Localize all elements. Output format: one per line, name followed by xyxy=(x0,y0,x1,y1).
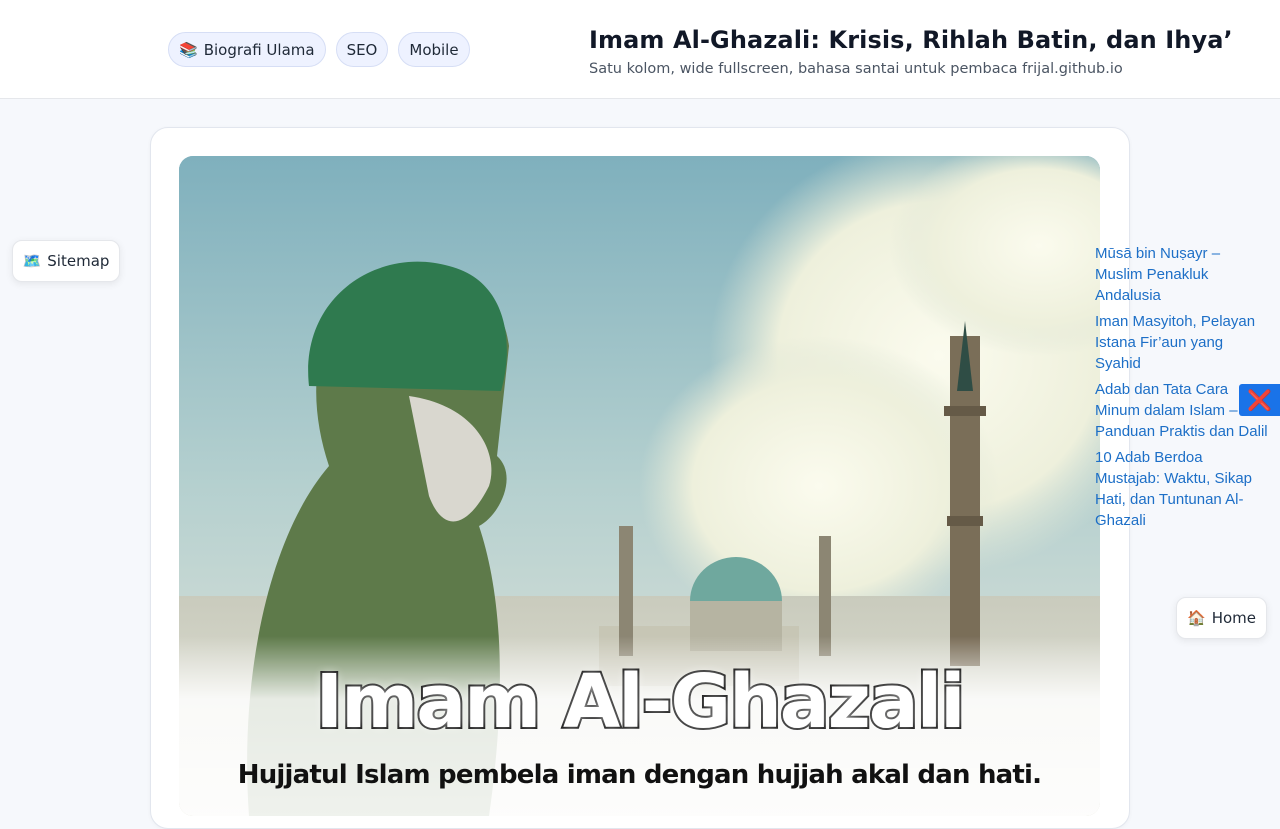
tag-list: 📚 Biografi Ulama SEO Mobile xyxy=(168,32,470,67)
tag-mobile[interactable]: Mobile xyxy=(398,32,470,67)
page-subtitle: Satu kolom, wide fullscreen, bahasa sant… xyxy=(589,61,1123,77)
home-button[interactable]: 🏠 Home xyxy=(1176,597,1267,639)
related-link[interactable]: Iman Masyitoh, Pelayan Istana Fir’aun ya… xyxy=(1095,311,1270,374)
top-header: 📚 Biografi Ulama SEO Mobile Imam Al-Ghaz… xyxy=(0,0,1280,99)
hero-image: Imam Al-Ghazali Hujjatul Islam pembela i… xyxy=(179,156,1100,816)
related-link[interactable]: 10 Adab Berdoa Mustajab: Waktu, Sikap Ha… xyxy=(1095,447,1270,531)
close-icon: ❌ xyxy=(1247,388,1272,412)
sitemap-button[interactable]: 🗺️ Sitemap xyxy=(12,240,120,282)
tag-label: Mobile xyxy=(409,40,459,59)
page-title: Imam Al-Ghazali: Krisis, Rihlah Batin, d… xyxy=(589,26,1233,54)
map-icon: 🗺️ xyxy=(22,252,42,270)
books-icon: 📚 xyxy=(179,40,198,59)
close-button[interactable]: ❌ xyxy=(1239,384,1280,416)
related-link[interactable]: Mūsā bin Nuṣayr – Muslim Penakluk Andalu… xyxy=(1095,243,1270,306)
hero-subtitle: Hujjatul Islam pembela iman dengan hujja… xyxy=(237,760,1042,790)
hero-title: Imam Al-Ghazali xyxy=(314,657,968,747)
home-icon: 🏠 xyxy=(1187,609,1206,627)
home-label: Home xyxy=(1211,609,1256,627)
sitemap-label: Sitemap xyxy=(47,252,110,270)
tag-label: SEO xyxy=(346,40,378,59)
tag-biografi-ulama[interactable]: 📚 Biografi Ulama xyxy=(168,32,326,67)
title-block: Imam Al-Ghazali: Krisis, Rihlah Batin, d… xyxy=(589,26,1233,77)
tag-seo[interactable]: SEO xyxy=(335,32,389,67)
tag-label: Biografi Ulama xyxy=(203,40,315,59)
